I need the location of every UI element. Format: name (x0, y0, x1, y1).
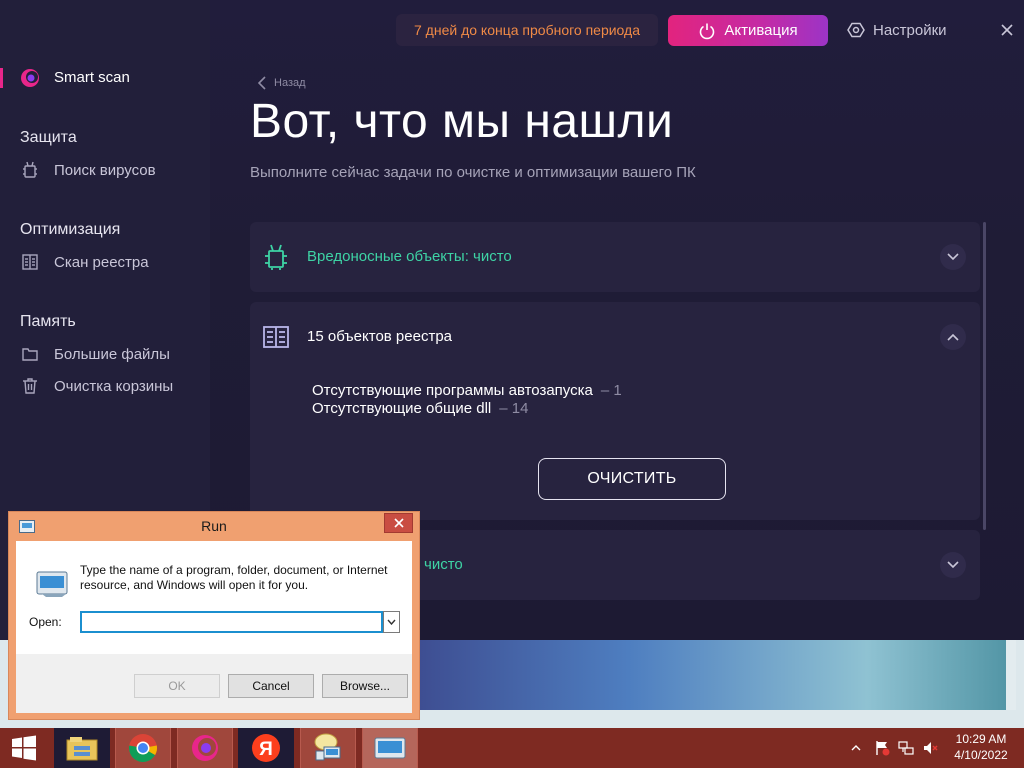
trash-icon (20, 376, 40, 396)
run-program-icon (36, 571, 68, 597)
registry-icon (20, 252, 40, 272)
result-card-registry: 15 объектов реестра Отсутствующие програ… (250, 302, 980, 520)
taskbar-yandex[interactable]: Я (238, 728, 294, 768)
sidebar-item-recycle-bin[interactable]: Очистка корзины (20, 375, 173, 397)
start-button[interactable] (0, 728, 48, 768)
chevron-left-icon (258, 76, 266, 90)
app-logo-icon (21, 69, 39, 87)
run-title: Run (201, 518, 227, 534)
activate-button[interactable]: Активация (668, 15, 828, 46)
close-icon[interactable] (384, 513, 413, 533)
open-input[interactable] (80, 611, 383, 633)
sidebar-item-smart-scan[interactable]: Smart scan (0, 64, 210, 92)
volume-muted-icon (924, 742, 938, 754)
file-explorer-icon (66, 737, 98, 761)
cancel-button[interactable]: Cancel (228, 674, 314, 698)
chevron-up-icon (851, 745, 861, 751)
run-description: Type the name of a program, folder, docu… (80, 563, 388, 592)
section-title-optimization: Оптимизация (20, 221, 121, 238)
run-titlebar[interactable]: Run (9, 512, 419, 540)
tray-volume[interactable] (920, 728, 940, 768)
taskbar-clock[interactable]: 10:29 AM 4/10/2022 (946, 731, 1016, 763)
sidebar-item-label: Скан реестра (54, 253, 149, 271)
settings-label: Настройки (873, 21, 947, 39)
tray-action-center[interactable] (872, 728, 892, 768)
back-label: Назад (274, 77, 306, 89)
page-title: Вот, что мы нашли (250, 95, 674, 148)
chevron-down-icon[interactable] (383, 611, 400, 633)
svg-text:Я: Я (259, 739, 273, 760)
section-title-memory: Память (20, 313, 76, 330)
taskbar-chrome[interactable] (115, 728, 171, 768)
bug-icon (262, 243, 290, 271)
card-title: чисто (424, 556, 463, 573)
scrollbar[interactable] (983, 222, 986, 530)
clean-button[interactable]: ОЧИСТИТЬ (538, 458, 726, 500)
sidebar-item-virus-scan[interactable]: Поиск вирусов (20, 159, 156, 181)
chevron-down-icon[interactable] (940, 552, 966, 578)
trial-badge: 7 дней до конца пробного периода (396, 14, 658, 46)
windows-logo-icon (12, 735, 36, 761)
taskbar-file-explorer[interactable] (54, 728, 110, 768)
active-marker (0, 68, 3, 88)
sidebar-item-large-files[interactable]: Большие файлы (20, 343, 170, 365)
bug-icon (20, 160, 40, 180)
sidebar-item-label: Большие файлы (54, 345, 170, 363)
page-subtitle: Выполните сейчас задачи по очистке и опт… (250, 164, 696, 181)
ok-button[interactable]: OK (134, 674, 220, 698)
taskbar-run[interactable] (362, 728, 418, 768)
run-dialog: Run Type the name of a program, folder, … (8, 511, 420, 720)
back-link[interactable]: Назад (258, 74, 306, 92)
browse-button[interactable]: Browse... (322, 674, 408, 698)
card-title: Вредоносные объекты: чисто (307, 248, 512, 265)
network-icon (898, 741, 914, 755)
sidebar-item-label: Поиск вирусов (54, 161, 156, 179)
sidebar-item-label: Очистка корзины (54, 377, 174, 395)
tray-network[interactable] (896, 728, 916, 768)
result-card-malware[interactable]: Вредоносные объекты: чисто (250, 222, 980, 292)
network-setup-icon (314, 733, 341, 761)
section-title-protection: Защита (20, 129, 77, 146)
folder-icon (20, 344, 40, 364)
run-body: Type the name of a program, folder, docu… (16, 541, 412, 713)
tray-expand[interactable] (848, 728, 864, 768)
registry-icon (262, 323, 290, 351)
chrome-icon (128, 734, 158, 762)
clock-date: 4/10/2022 (954, 748, 1008, 762)
detail-item: Отсутствующие общие dll – 14 (312, 400, 528, 417)
open-label: Open: (29, 615, 62, 629)
activate-label: Активация (724, 22, 798, 39)
power-icon (698, 22, 716, 40)
settings-button[interactable]: Настройки (847, 18, 947, 42)
run-content: Type the name of a program, folder, docu… (16, 541, 412, 654)
opera-icon (192, 735, 218, 761)
taskbar: Я 10:29 AM 4/10/2022 (0, 728, 1024, 768)
gear-icon (847, 21, 865, 39)
background-window (420, 640, 1016, 710)
sidebar-item-registry-scan[interactable]: Скан реестра (20, 251, 149, 273)
sidebar-item-label: Smart scan (54, 69, 130, 86)
taskbar-network-setup[interactable] (300, 728, 356, 768)
flag-icon (876, 741, 890, 756)
chevron-up-icon[interactable] (940, 324, 966, 350)
detail-item: Отсутствующие программы автозапуска – 1 (312, 382, 622, 399)
run-icon (374, 737, 406, 759)
detail-label: Отсутствующие программы автозапуска (312, 382, 593, 399)
close-icon[interactable] (996, 18, 1018, 42)
detail-count: – 14 (499, 400, 529, 417)
taskbar-opera[interactable] (177, 728, 233, 768)
detail-label: Отсутствующие общие dll (312, 400, 492, 417)
card-title: 15 объектов реестра (307, 328, 452, 345)
chevron-down-icon[interactable] (940, 244, 966, 270)
detail-count: – 1 (600, 382, 622, 399)
yandex-icon: Я (252, 734, 280, 762)
window-edge (1006, 640, 1016, 710)
clock-time: 10:29 AM (955, 732, 1007, 746)
